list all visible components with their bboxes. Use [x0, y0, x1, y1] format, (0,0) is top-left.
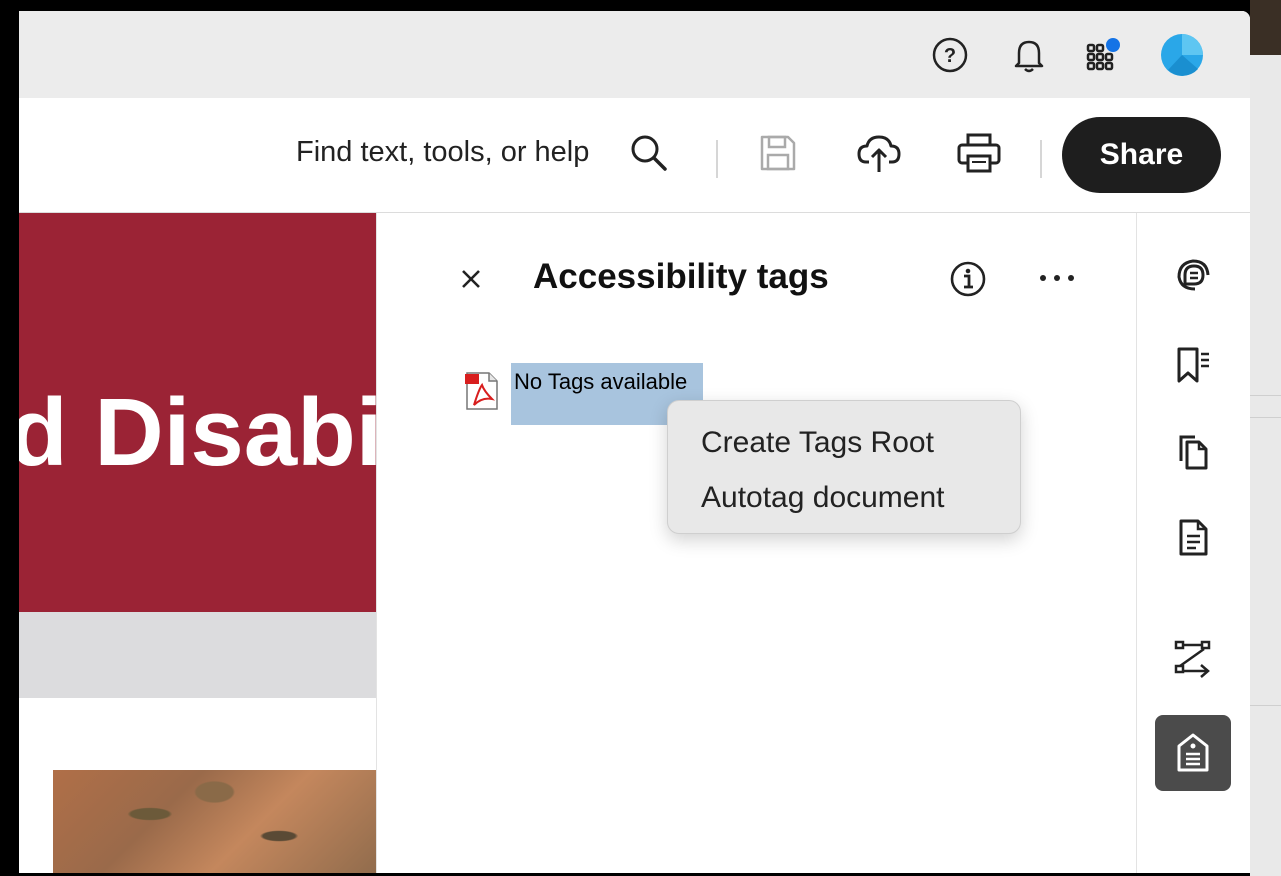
user-avatar[interactable] [1160, 33, 1204, 77]
search-icon[interactable] [624, 128, 674, 178]
close-icon[interactable] [457, 265, 485, 293]
save-icon[interactable] [753, 128, 803, 178]
apps-grid-icon[interactable] [1083, 33, 1127, 77]
menu-item-create-tags-root[interactable]: Create Tags Root [668, 419, 1020, 474]
document-band [19, 612, 376, 698]
document-view[interactable]: d Disabi [19, 213, 376, 873]
document-heading: d Disabi [19, 379, 376, 486]
panel-title: Accessibility tags [533, 257, 829, 296]
reading-order-icon[interactable] [1155, 621, 1231, 697]
accessibility-tags-panel: Accessibility tags No Tags available Cre… [376, 213, 1136, 873]
toolbar-divider [1040, 140, 1042, 178]
cloud-upload-icon[interactable] [854, 128, 904, 178]
comment-icon[interactable] [1155, 237, 1231, 313]
print-icon[interactable] [954, 128, 1004, 178]
pages-icon[interactable] [1155, 413, 1231, 489]
background-window-edge [1250, 55, 1281, 876]
context-menu: Create Tags Root Autotag document [667, 400, 1021, 534]
help-icon[interactable]: ? [928, 33, 972, 77]
info-icon[interactable] [947, 258, 989, 300]
accessibility-tag-icon[interactable] [1155, 715, 1231, 791]
document-photo [53, 770, 376, 873]
share-button[interactable]: Share [1062, 117, 1221, 193]
toolbar-divider [716, 140, 718, 178]
document-banner: d Disabi [19, 213, 376, 612]
right-tool-rail [1136, 213, 1250, 873]
more-options-icon[interactable] [1032, 258, 1082, 298]
background-window [1250, 0, 1281, 55]
pdf-file-icon [465, 371, 499, 411]
svg-text:?: ? [944, 45, 956, 67]
menu-item-autotag-document[interactable]: Autotag document [668, 474, 1020, 529]
document-icon[interactable] [1155, 499, 1231, 575]
main-toolbar: Find text, tools, or help Share [19, 98, 1250, 213]
search-field[interactable]: Find text, tools, or help [296, 136, 589, 169]
notification-bell-icon[interactable] [1007, 33, 1051, 77]
bookmark-list-icon[interactable] [1155, 327, 1231, 403]
app-window: ? Find text, tools, or help Share d Disa… [19, 11, 1250, 873]
title-bar: ? [19, 11, 1250, 98]
